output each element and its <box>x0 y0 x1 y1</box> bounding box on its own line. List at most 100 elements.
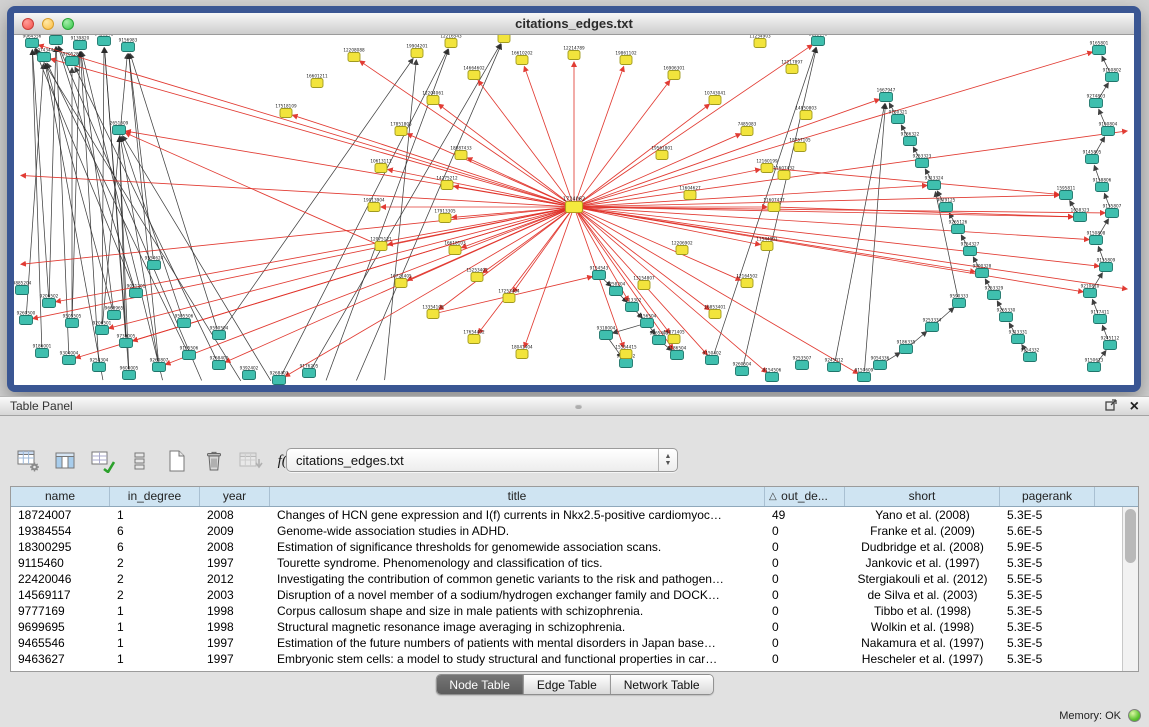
network-node[interactable]: 9139820 <box>71 36 90 50</box>
network-node[interactable]: 9274803 <box>1087 94 1106 108</box>
table-row[interactable]: 1456911722003Disruption of a novel membe… <box>11 587 1138 603</box>
zoom-window-icon[interactable] <box>62 18 74 30</box>
network-node[interactable]: 9205289 <box>63 52 82 66</box>
network-node[interactable]: 9156504 <box>638 314 657 328</box>
network-node[interactable]: 9885204 <box>14 281 32 295</box>
network-node[interactable]: 9054336 <box>871 356 890 370</box>
network-node[interactable]: 18757105 <box>789 138 811 152</box>
table-row[interactable]: 977716911998Corpus callosum shape and si… <box>11 603 1138 619</box>
network-node[interactable]: 9165801 <box>1090 41 1109 55</box>
column-header-out_de[interactable]: △out_de... <box>765 487 845 506</box>
network-node[interactable]: 9186335 <box>897 340 916 354</box>
table-scrollbar-thumb[interactable] <box>1125 509 1136 563</box>
network-node[interactable]: 9260807 <box>150 358 169 372</box>
network-node[interactable]: 9253507 <box>793 356 812 370</box>
column-header-short[interactable]: short <box>845 487 1000 506</box>
network-node[interactable]: 2651609 <box>110 121 129 135</box>
tab-node-table[interactable]: Node Table <box>436 675 523 694</box>
network-node[interactable]: 12164502 <box>736 274 758 288</box>
network-node[interactable]: 12206902 <box>671 241 693 255</box>
network-node[interactable]: 18087433 <box>450 146 472 160</box>
network-node[interactable]: 9176205 <box>300 364 319 378</box>
network-canvas-svg[interactable]: 9064556 9246225 9139820 9430541 9156983 90743… <box>14 35 1134 385</box>
network-node[interactable]: 9135807 <box>1103 204 1122 218</box>
network-node[interactable]: 11604627 <box>679 186 701 200</box>
network-node[interactable]: 9154543 <box>590 266 609 280</box>
network-node[interactable]: 13871405 <box>663 330 685 344</box>
network-canvas[interactable]: 9064556 9246225 9139820 9430541 9156983 90743… <box>14 35 1134 385</box>
table-row[interactable]: 946554611997Estimation of the future num… <box>11 635 1138 651</box>
network-node[interactable]: 9313302 <box>623 298 642 312</box>
network-node[interactable]: 16853401 <box>704 305 726 319</box>
tab-network-table[interactable]: Network Table <box>610 675 713 694</box>
network-node[interactable]: 9031201 <box>127 284 146 298</box>
network-node[interactable]: 9245012 <box>825 358 844 372</box>
network-node[interactable]: 13154807 <box>633 276 655 290</box>
network-node[interactable]: 17253404 <box>498 289 520 303</box>
column-header-name[interactable]: name <box>11 487 110 506</box>
network-node[interactable]: 12216543 <box>440 35 462 48</box>
table-selector-combobox[interactable]: citations_edges.txt ▲▼ <box>286 448 678 472</box>
network-node[interactable]: 9186001 <box>33 344 52 358</box>
column-header-pagerank[interactable]: pagerank <box>1000 487 1095 506</box>
table-row[interactable]: 1830029562008Estimation of significance … <box>11 539 1138 555</box>
network-node[interactable]: 14850803 <box>795 106 817 120</box>
new-table-icon[interactable] <box>164 447 190 475</box>
network-node[interactable]: 14664602 <box>463 66 485 80</box>
network-node[interactable]: 9739005 <box>117 334 136 348</box>
network-node[interactable]: 1658323 <box>1071 208 1090 222</box>
network-node[interactable]: 9206502 <box>40 294 59 308</box>
network-node[interactable]: 19861102 <box>615 51 637 65</box>
close-window-icon[interactable] <box>22 18 34 30</box>
network-node[interactable]: 9679125 <box>937 198 956 212</box>
column-header-title[interactable]: title <box>270 487 765 506</box>
network-node[interactable]: 9145805 <box>1083 150 1102 164</box>
network-node[interactable]: 11544901 <box>756 237 778 251</box>
column-header-year[interactable]: year <box>200 487 270 506</box>
table-options-icon[interactable] <box>16 447 42 475</box>
network-node[interactable]: 16906301 <box>663 66 685 80</box>
network-node[interactable]: 9430541 <box>95 35 114 46</box>
network-node[interactable]: 16649505 <box>493 35 515 43</box>
network-node[interactable]: 9245112 <box>1101 336 1120 350</box>
network-node[interactable]: 16610202 <box>511 51 533 65</box>
table-row[interactable]: 911546021997Tourette syndrome. Phenomeno… <box>11 555 1138 571</box>
network-node[interactable]: 8183048 <box>809 35 828 46</box>
table-row[interactable]: 1872400712008Changes of HCN gene express… <box>11 507 1138 523</box>
network-node[interactable]: 11254903 <box>749 35 771 48</box>
network-node[interactable]: 9064556 <box>23 35 42 48</box>
network-node[interactable]: 9505506 <box>175 314 194 328</box>
network-node[interactable]: 9186504 <box>668 346 687 360</box>
network-node[interactable]: 10743041 <box>704 91 726 105</box>
network-node[interactable]: 9210810 <box>1081 284 1100 298</box>
table-row[interactable]: 946362711997Embryonic stem cells: a mode… <box>11 651 1138 667</box>
network-node[interactable]: 9554624 <box>145 256 164 270</box>
row-height-icon[interactable] <box>127 447 153 475</box>
network-node[interactable]: 9318004 <box>597 326 616 340</box>
network-node[interactable]: 9154332 <box>1021 348 1040 362</box>
network-node[interactable]: 9253304 <box>90 358 109 372</box>
network-node[interactable]: 7485083 <box>738 122 757 136</box>
network-node[interactable]: 9608005 <box>120 366 139 380</box>
network-node[interactable]: 9154506 <box>763 368 782 382</box>
network-node[interactable]: 9590504 <box>210 326 229 340</box>
network-node[interactable]: 9150802 <box>1103 68 1122 82</box>
network-node[interactable]: 9313331 <box>1009 330 1028 344</box>
table-row[interactable]: 1938455462009Genome-wide association stu… <box>11 523 1138 539</box>
table-row[interactable]: 969969511998Structural magnetic resonanc… <box>11 619 1138 635</box>
network-node[interactable]: 9590328 <box>973 264 992 278</box>
network-node[interactable]: 9260500 <box>17 311 36 325</box>
network-node[interactable]: 9156983 <box>119 38 138 52</box>
network-node[interactable]: 9265330 <box>997 308 1016 322</box>
network-node[interactable]: 9313324 <box>925 176 944 190</box>
network-node[interactable]: 9186322 <box>901 132 920 146</box>
network-node[interactable]: 1667947 <box>877 88 896 102</box>
column-header-in_degree[interactable]: in_degree <box>110 487 200 506</box>
network-node[interactable]: 9265126 <box>949 220 968 234</box>
import-table-icon[interactable] <box>238 447 264 475</box>
network-node[interactable]: 17913305 <box>434 209 456 223</box>
network-node[interactable]: 9246225 <box>47 35 66 45</box>
network-node[interactable]: 12217897 <box>781 60 803 74</box>
network-node[interactable]: 9074344 <box>35 48 54 62</box>
close-panel-icon[interactable]: × <box>1130 398 1139 416</box>
